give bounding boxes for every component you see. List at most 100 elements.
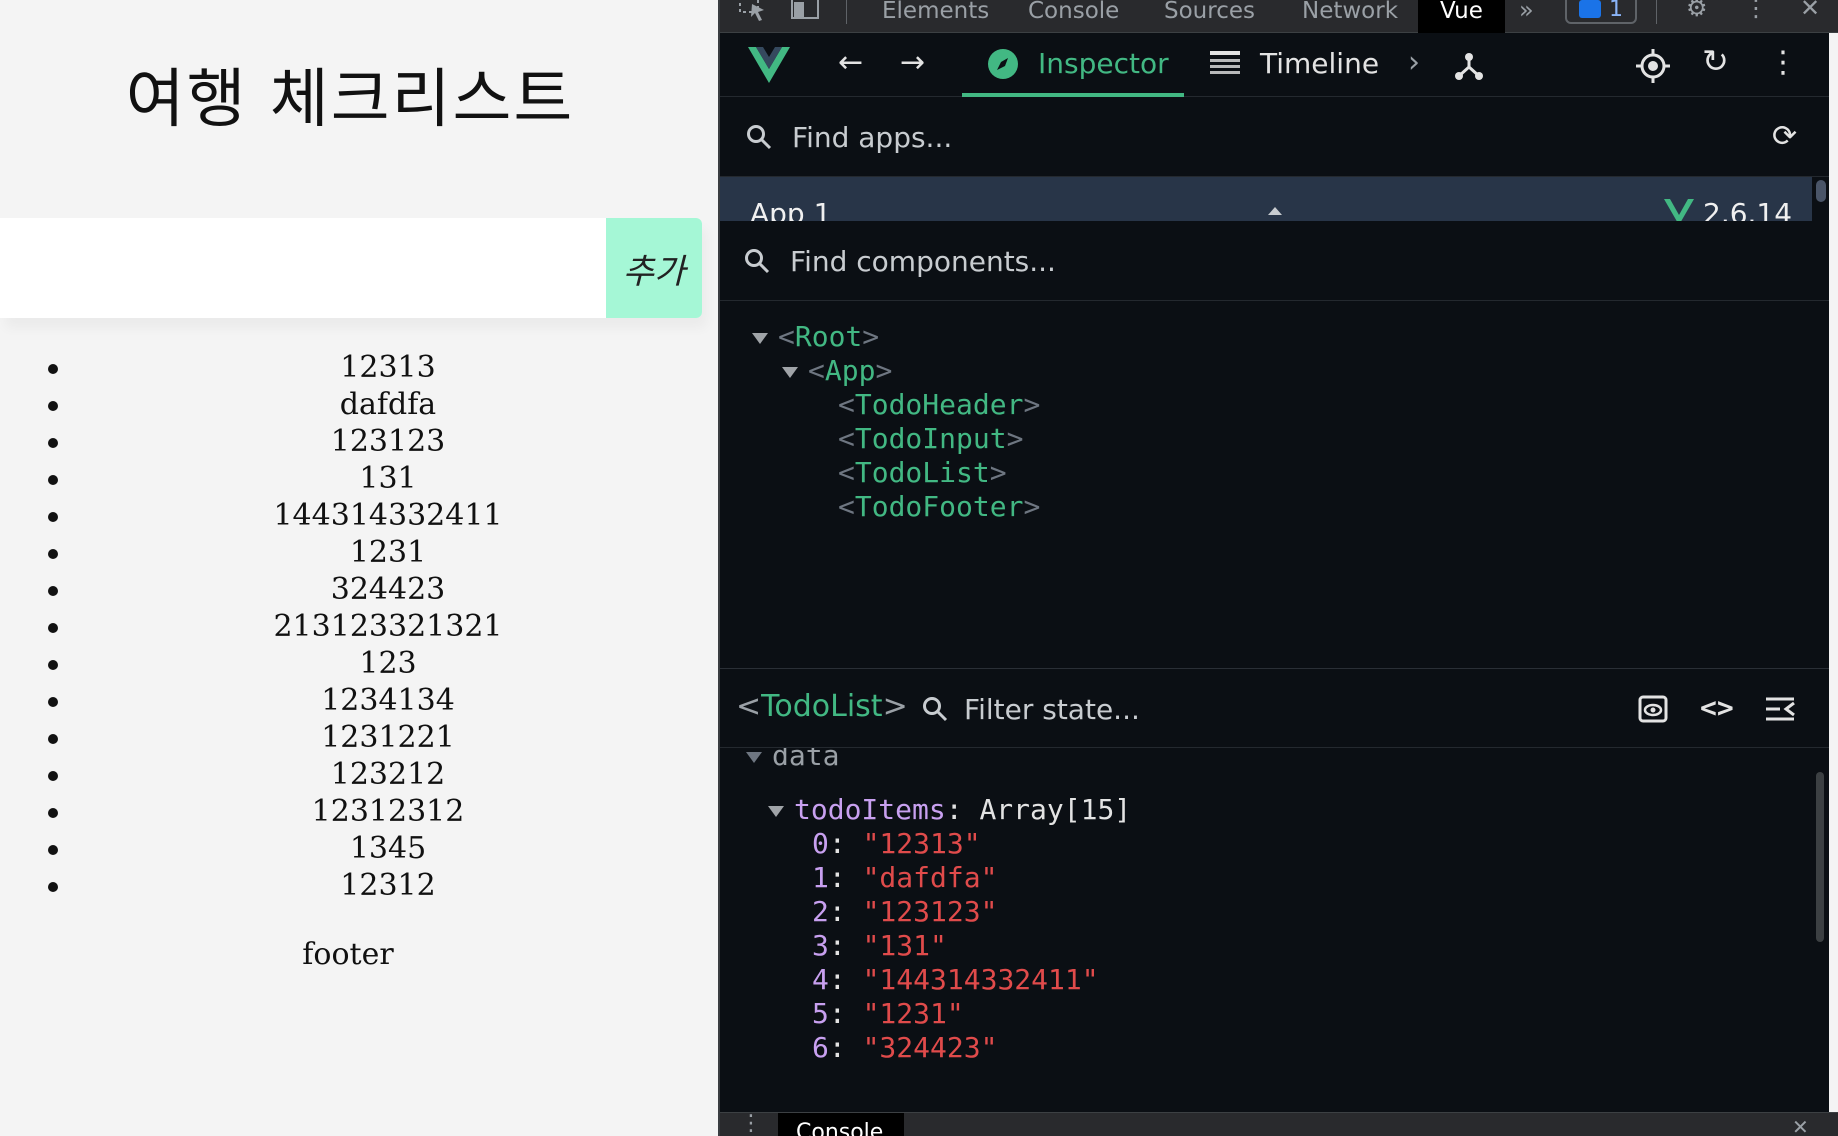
- tree-node-todoinput[interactable]: <TodoInput>: [838, 421, 1023, 457]
- tab-inspector[interactable]: Inspector: [962, 33, 1184, 97]
- bullet-icon: [48, 401, 58, 411]
- collapse-caret-icon[interactable]: [1268, 207, 1282, 215]
- footer-text: footer: [302, 937, 394, 972]
- tree-node-label: Root: [794, 320, 863, 353]
- state-array-item[interactable]: 4: "144314332411": [812, 962, 1099, 998]
- tree-node-label: App: [824, 354, 876, 387]
- component-tree: <Root> <App> <TodoHeader> <TodoInput> <T…: [720, 301, 1838, 668]
- page-edge-strip: [1829, 33, 1838, 1112]
- chevron-right-icon[interactable]: ›: [1408, 47, 1420, 79]
- state-array-item[interactable]: 5: "1231": [812, 996, 964, 1032]
- component-graph-icon[interactable]: [1454, 51, 1484, 81]
- bullet-icon: [48, 808, 58, 818]
- expand-caret-icon[interactable]: [782, 366, 798, 378]
- refresh-icon[interactable]: ↻: [1702, 45, 1729, 77]
- tree-node-todolist[interactable]: <TodoList>: [838, 455, 1007, 491]
- bullet-icon: [48, 882, 58, 892]
- todo-item: 1231221: [0, 719, 718, 756]
- todo-item-text: 1231221: [321, 720, 455, 755]
- drawer-close-icon[interactable]: ✕: [1792, 1115, 1809, 1136]
- more-tabs-icon[interactable]: »: [1519, 0, 1534, 28]
- todo-item-text: 12312: [340, 868, 436, 903]
- selected-component-name: <TodoList>: [736, 689, 908, 724]
- expand-caret-icon[interactable]: [752, 332, 768, 344]
- vue-version-logo-icon: [1664, 199, 1694, 221]
- tab-sources[interactable]: Sources: [1164, 0, 1255, 33]
- todo-item: dafdfa: [0, 386, 718, 423]
- drawer-menu-icon[interactable]: ⋮: [740, 1111, 762, 1136]
- expand-caret-icon[interactable]: [746, 751, 762, 763]
- state-array-item[interactable]: 2: "123123": [812, 894, 997, 930]
- tab-vue[interactable]: Vue: [1418, 0, 1505, 33]
- app-page: 여행 체크리스트 추가 12313 dafdfa 123123 131 14431433…: [0, 0, 718, 1136]
- todo-item-text: 123123: [330, 424, 446, 459]
- todo-item: 1234134: [0, 682, 718, 719]
- vue-version: 2.6.14: [1703, 197, 1793, 221]
- page-title: 여행 체크리스트: [125, 63, 575, 137]
- inspect-dom-code-icon[interactable]: <>: [1700, 691, 1734, 724]
- back-arrow-icon[interactable]: ←: [838, 47, 863, 79]
- sync-icon[interactable]: ⟳: [1772, 119, 1797, 154]
- app-selector-row[interactable]: App 1 2.6.14: [720, 177, 1812, 221]
- expand-caret-icon[interactable]: [768, 805, 784, 817]
- state-scrollbar-thumb[interactable]: [1816, 772, 1824, 942]
- state-type: Array[15]: [979, 793, 1132, 826]
- tree-scrollbar-thumb[interactable]: [1816, 180, 1826, 202]
- vue-more-menu-icon[interactable]: ⋮: [1768, 47, 1798, 79]
- array-index: 6: [812, 1031, 829, 1064]
- tabbar-divider: [846, 0, 847, 24]
- todo-item-text: 144314332411: [273, 498, 503, 533]
- array-value: "131": [862, 929, 947, 962]
- filter-state-input[interactable]: [964, 689, 1464, 729]
- find-apps-input[interactable]: [792, 117, 1592, 157]
- todo-item-text: 131: [359, 461, 417, 496]
- find-components-bar: [720, 221, 1838, 301]
- todo-item: 123123: [0, 423, 718, 460]
- bullet-icon: [48, 438, 58, 448]
- todo-item: 324423: [0, 571, 718, 608]
- timeline-icon: [1210, 51, 1240, 74]
- todo-item-text: 1234134: [321, 683, 455, 718]
- tree-node-todoheader[interactable]: <TodoHeader>: [838, 387, 1040, 423]
- todo-input[interactable]: [0, 218, 606, 318]
- tab-network[interactable]: Network: [1302, 0, 1398, 33]
- state-array-item[interactable]: 6: "324423": [812, 1030, 997, 1066]
- tab-elements[interactable]: Elements: [882, 0, 989, 33]
- todo-item: 144314332411: [0, 497, 718, 534]
- open-in-editor-icon[interactable]: [1766, 697, 1796, 721]
- todo-item-text: 1345: [349, 831, 427, 866]
- todo-item: 123212: [0, 756, 718, 793]
- add-button[interactable]: 추가: [606, 218, 702, 318]
- state-array-item[interactable]: 1: "dafdfa": [812, 860, 997, 896]
- todo-list: 12313 dafdfa 123123 131 144314332411 1231 3244…: [0, 349, 718, 904]
- tree-node-label: TodoList: [854, 456, 990, 489]
- tab-console[interactable]: Console: [1028, 0, 1119, 33]
- tree-node-root[interactable]: <Root>: [752, 319, 879, 355]
- device-toolbar-icon[interactable]: [790, 0, 820, 28]
- tab-timeline[interactable]: Timeline: [1210, 33, 1390, 97]
- array-index: 3: [812, 929, 829, 962]
- array-value: "123123": [862, 895, 998, 928]
- state-array-item[interactable]: 0: "12313": [812, 826, 981, 862]
- todo-item-text: 123212: [330, 757, 446, 792]
- tree-node-app[interactable]: <App>: [782, 353, 892, 389]
- todo-item-text: 324423: [330, 572, 446, 607]
- select-component-target-icon[interactable]: [1636, 49, 1670, 83]
- tree-node-todofooter[interactable]: <TodoFooter>: [838, 489, 1040, 525]
- settings-gear-icon[interactable]: ⚙: [1686, 0, 1708, 26]
- state-section-data[interactable]: data: [746, 748, 839, 774]
- inspect-element-icon[interactable]: [738, 0, 768, 28]
- find-components-input[interactable]: [790, 241, 1590, 281]
- state-inspector: data todoItems: Array[15] 0: "12313" 1: "…: [720, 748, 1838, 1112]
- kebab-menu-icon[interactable]: ⋮: [1744, 0, 1768, 26]
- bullet-icon: [48, 586, 58, 596]
- issues-badge[interactable]: 1: [1565, 0, 1637, 24]
- state-array-item[interactable]: 3: "131": [812, 928, 947, 964]
- search-icon: [747, 125, 772, 150]
- message-icon: [1579, 0, 1601, 18]
- state-todoitems-row[interactable]: todoItems: Array[15]: [768, 792, 1131, 828]
- close-icon[interactable]: ✕: [1800, 0, 1820, 26]
- drawer-tab-console[interactable]: Console: [778, 1113, 904, 1136]
- forward-arrow-icon[interactable]: →: [900, 47, 925, 79]
- scroll-to-component-icon[interactable]: [1638, 695, 1668, 723]
